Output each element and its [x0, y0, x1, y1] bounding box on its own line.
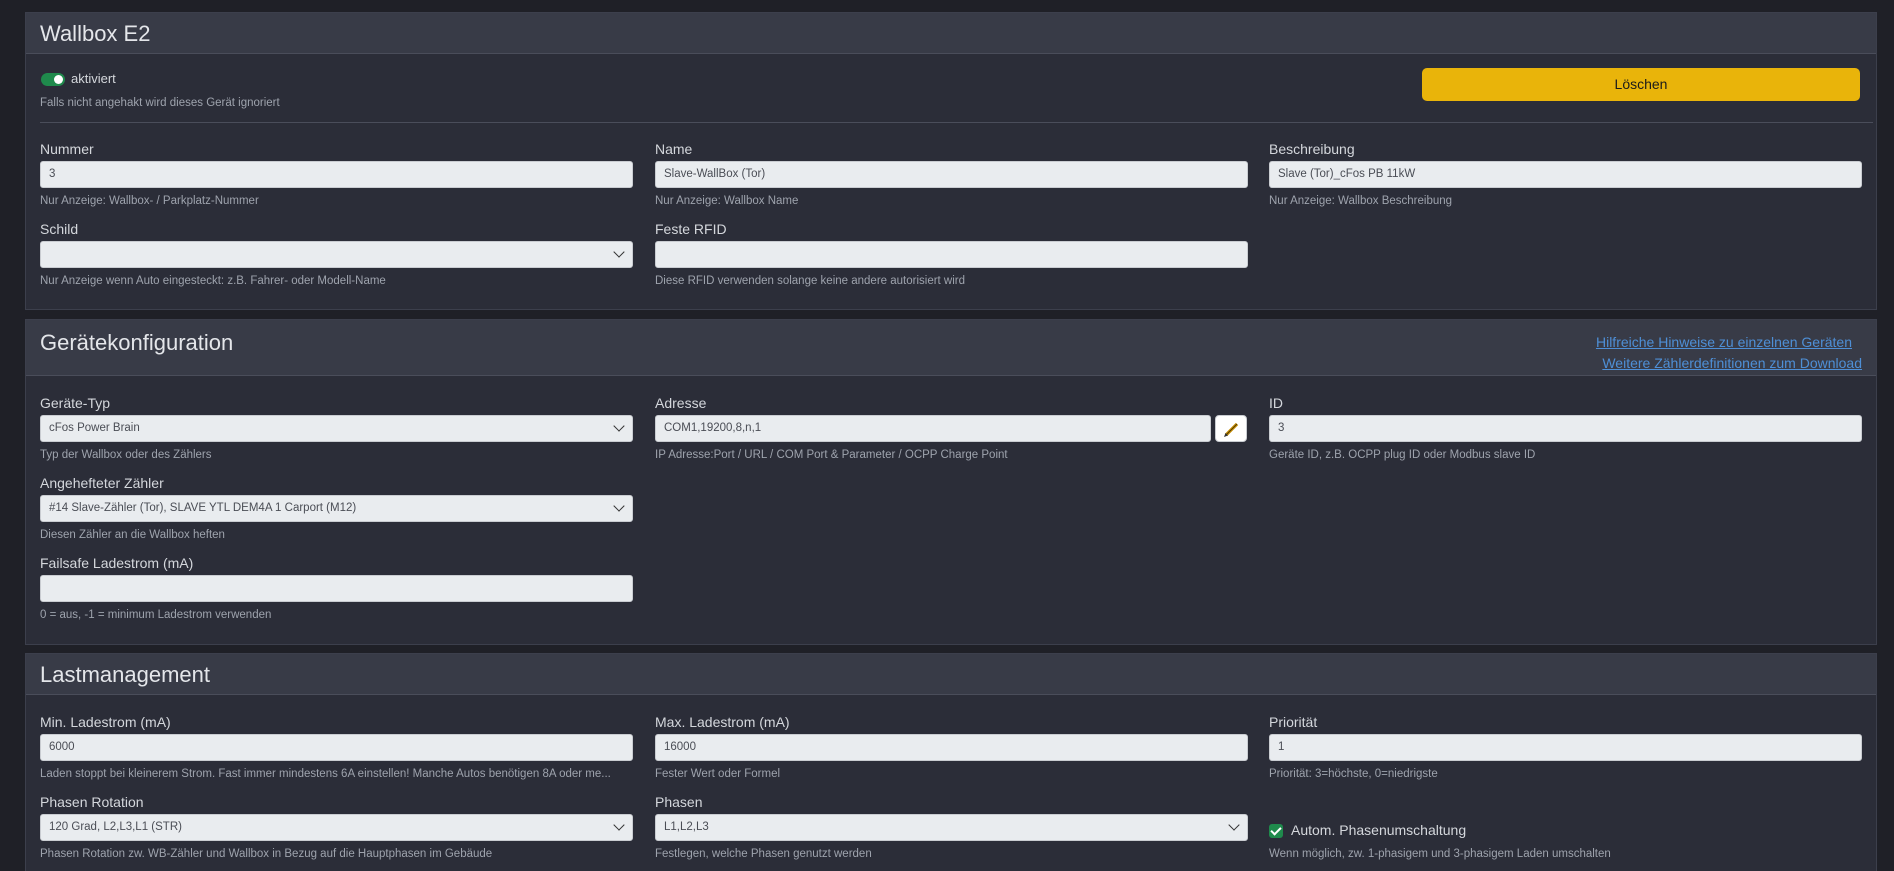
last-title: Lastmanagement	[40, 662, 210, 687]
min-help: Laden stoppt bei kleinerem Strom. Fast i…	[40, 768, 611, 780]
id-label: ID	[1269, 395, 1283, 411]
schild-label: Schild	[40, 221, 79, 237]
chevron-down-icon	[613, 246, 625, 258]
beschreibung-input[interactable]: Slave (Tor)_cFos PB 11kW	[1269, 161, 1862, 188]
wallbox-card: Wallbox E2 aktiviert Falls nicht angehak…	[25, 12, 1877, 310]
chevron-down-icon	[613, 420, 625, 432]
enabled-toggle[interactable]	[41, 73, 65, 86]
last-card-header: Lastmanagement	[26, 654, 1876, 695]
min-label: Min. Ladestrom (mA)	[40, 714, 171, 730]
adresse-help: IP Adresse:Port / URL / COM Port & Param…	[655, 449, 1008, 461]
typ-label: Geräte-Typ	[40, 395, 111, 411]
nummer-help: Nur Anzeige: Wallbox- / Parkplatz-Nummer	[40, 195, 259, 207]
phasen-select[interactable]: L1,L2,L3	[655, 814, 1248, 841]
delete-button[interactable]: Löschen	[1422, 68, 1860, 101]
schild-select[interactable]	[40, 241, 633, 268]
nummer-input[interactable]: 3	[40, 161, 633, 188]
rotation-help: Phasen Rotation zw. WB-Zähler und Wallbo…	[40, 848, 493, 860]
adresse-input[interactable]: COM1,19200,8,n,1	[655, 415, 1211, 442]
chevron-down-icon	[613, 500, 625, 512]
name-input[interactable]: Slave-WallBox (Tor)	[655, 161, 1248, 188]
min-input[interactable]: 6000	[40, 734, 633, 761]
toggle-knob	[54, 75, 63, 84]
geraet-title: Gerätekonfiguration	[40, 330, 234, 355]
rfid-label: Feste RFID	[655, 221, 727, 237]
auto-phase-label: Autom. Phasenumschaltung	[1291, 822, 1467, 838]
beschreibung-help: Nur Anzeige: Wallbox Beschreibung	[1269, 195, 1453, 207]
prio-help: Priorität: 3=höchste, 0=niedrigste	[1269, 768, 1438, 780]
enabled-label: aktiviert	[71, 71, 116, 86]
name-help: Nur Anzeige: Wallbox Name	[655, 195, 799, 207]
zaehler-label: Angehefteter Zähler	[40, 475, 164, 491]
failsafe-input[interactable]	[40, 575, 633, 602]
adresse-label: Adresse	[655, 395, 707, 411]
help-link-devices[interactable]: Hilfreiche Hinweise zu einzelnen Geräten	[1596, 334, 1852, 350]
wallbox-card-header: Wallbox E2	[26, 13, 1876, 54]
auto-phase-checkbox[interactable]	[1269, 824, 1283, 838]
name-label: Name	[655, 141, 693, 157]
pencil-icon[interactable]	[1215, 415, 1247, 442]
beschreibung-label: Beschreibung	[1269, 141, 1355, 157]
typ-select-value: cFos Power Brain	[49, 422, 140, 434]
help-link-meter-download[interactable]: Weitere Zählerdefinitionen zum Download	[1602, 355, 1862, 371]
phasen-help: Festlegen, welche Phasen genutzt werden	[655, 848, 872, 860]
rotation-select[interactable]: 120 Grad, L2,L3,L1 (STR)	[40, 814, 633, 841]
chevron-down-icon	[613, 819, 625, 831]
max-help: Fester Wert oder Formel	[655, 768, 781, 780]
typ-help: Typ der Wallbox oder des Zählers	[40, 449, 212, 461]
max-label: Max. Ladestrom (mA)	[655, 714, 790, 730]
failsafe-help: 0 = aus, -1 = minimum Ladestrom verwende…	[40, 609, 272, 621]
rotation-label: Phasen Rotation	[40, 794, 144, 810]
chevron-down-icon	[1228, 819, 1240, 831]
schild-help: Nur Anzeige wenn Auto eingesteckt: z.B. …	[40, 275, 386, 287]
zaehler-select[interactable]: #14 Slave-Zähler (Tor), SLAVE YTL DEM4A …	[40, 495, 633, 522]
typ-select[interactable]: cFos Power Brain	[40, 415, 633, 442]
geraet-card: Gerätekonfiguration Hilfreiche Hinweise …	[25, 319, 1877, 645]
zaehler-select-value: #14 Slave-Zähler (Tor), SLAVE YTL DEM4A …	[49, 502, 357, 514]
wallbox-title: Wallbox E2	[40, 21, 151, 46]
rotation-select-value: 120 Grad, L2,L3,L1 (STR)	[49, 821, 182, 833]
prio-input[interactable]: 1	[1269, 734, 1862, 761]
geraet-card-header: Gerätekonfiguration Hilfreiche Hinweise …	[26, 320, 1876, 376]
pencil-icon-svg	[1224, 422, 1239, 437]
max-input[interactable]: 16000	[655, 734, 1248, 761]
rfid-help: Diese RFID verwenden solange keine ander…	[655, 275, 966, 287]
zaehler-help: Diesen Zähler an die Wallbox heften	[40, 529, 225, 541]
phasen-label: Phasen	[655, 794, 703, 810]
enabled-help: Falls nicht angehakt wird dieses Gerät i…	[40, 97, 280, 109]
page: Wallbox E2 aktiviert Falls nicht angehak…	[0, 0, 1894, 871]
id-help: Geräte ID, z.B. OCPP plug ID oder Modbus…	[1269, 449, 1536, 461]
phasen-select-value: L1,L2,L3	[664, 821, 709, 833]
divider	[40, 122, 1873, 123]
rfid-input[interactable]	[655, 241, 1248, 268]
failsafe-label: Failsafe Ladestrom (mA)	[40, 555, 194, 571]
id-input[interactable]: 3	[1269, 415, 1862, 442]
prio-label: Priorität	[1269, 714, 1318, 730]
nummer-label: Nummer	[40, 141, 94, 157]
last-card: Lastmanagement Min. Ladestrom (mA) 6000 …	[25, 653, 1877, 871]
auto-phase-help: Wenn möglich, zw. 1-phasigem und 3-phasi…	[1269, 848, 1611, 860]
